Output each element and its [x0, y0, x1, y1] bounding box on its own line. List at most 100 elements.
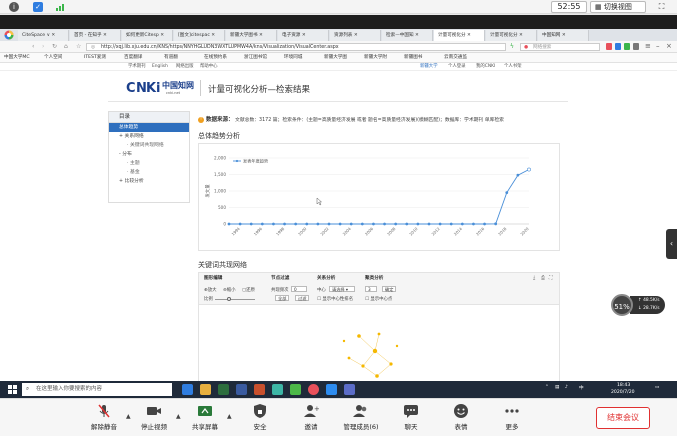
more-button[interactable]: 更多 [490, 403, 534, 433]
filter-all-button[interactable]: 全部 [275, 295, 290, 301]
forward-icon[interactable]: › [42, 43, 44, 50]
tray-date[interactable]: 2020/7/20 [611, 390, 635, 395]
mail-icon[interactable] [236, 384, 247, 395]
browser-tab[interactable]: 检索—中国知 ✕ [382, 30, 433, 41]
store-icon[interactable] [218, 384, 229, 395]
security-button[interactable]: 安全 [238, 403, 282, 433]
zoom-out-button[interactable]: ⊖缩小 [223, 287, 235, 293]
switch-view-button[interactable]: ▦ 切换视图 [590, 1, 646, 13]
ext-gray-icon[interactable] [633, 43, 639, 50]
catalog-item[interactable]: - 分布 [109, 150, 189, 159]
filter-button[interactable]: 过滤 [295, 295, 310, 301]
site-nav-link[interactable]: 帮助中心 [200, 63, 218, 71]
refresh-icon[interactable]: ↻ [52, 43, 57, 50]
bookmark-item[interactable]: 在线预约系 [204, 53, 227, 63]
browser-logo-icon[interactable] [4, 30, 14, 40]
browser-tab[interactable]: 首页 - 在知乎 ✕ [70, 30, 121, 41]
catalog-item[interactable]: + 关系网络 [109, 132, 189, 141]
reaction-button[interactable]: 表情 [439, 403, 483, 433]
catalog-item[interactable]: · 基金 [109, 168, 189, 177]
browser-tab[interactable]: 如何更新Citesp ✕ [122, 30, 173, 41]
zoom-slider-handle[interactable] [227, 297, 231, 301]
site-nav-right-link[interactable]: 新疆大学 [420, 63, 438, 71]
signal-icon[interactable] [56, 3, 66, 11]
audio-caret-icon[interactable]: ▲ [126, 413, 131, 420]
site-nav-right-link[interactable]: 我的CNKI [476, 63, 495, 71]
meeting-app-icon[interactable] [326, 384, 337, 395]
chrome-icon[interactable] [308, 384, 319, 395]
share-caret-icon[interactable]: ▲ [227, 413, 232, 420]
bookmark-item[interactable]: 个人空间 [44, 53, 62, 63]
tray-volume-icon[interactable]: ♪ [565, 385, 568, 390]
center-select[interactable]: 请选择 ▾ [329, 286, 355, 292]
notification-icon[interactable]: ▭ [655, 385, 659, 390]
bookmark-item[interactable]: ITEST爱测 [84, 53, 106, 63]
bookmark-item[interactable]: 中国大学MC [4, 53, 30, 63]
browser-tab[interactable]: 计量可视化分 ✕ [434, 30, 485, 41]
cooccur-input[interactable]: 0 [291, 286, 307, 292]
browser-tab[interactable]: CiteSpace ∨ ✕ [18, 30, 69, 41]
file-explorer-icon[interactable] [200, 384, 211, 395]
tray-network-icon[interactable]: ▤ [555, 385, 559, 390]
share-screen-button[interactable]: 共享屏幕 [183, 403, 227, 433]
tray-up-icon[interactable]: ⌃ [545, 385, 549, 390]
video-caret-icon[interactable]: ▲ [176, 413, 181, 420]
shield-icon[interactable]: ✓ [33, 2, 43, 12]
wechat-icon[interactable] [290, 384, 301, 395]
site-nav-right-link[interactable]: 个人书架 [504, 63, 522, 71]
zoom-slider[interactable] [215, 299, 255, 300]
app-blue-icon[interactable] [344, 384, 355, 395]
close-icon[interactable]: × [666, 42, 672, 50]
unmute-button[interactable]: 解除静音 [82, 403, 126, 433]
bookmark-item[interactable]: 云南交通监 [444, 53, 467, 63]
center-point-checkbox[interactable]: ☐ 显示中心点 [365, 296, 392, 302]
manage-members-button[interactable]: 管理成员(6) [338, 403, 384, 433]
browser-tab[interactable]: 中国知网 ✕ [538, 30, 589, 41]
stop-video-button[interactable]: 停止视频 [132, 403, 176, 433]
taskbar-search-input[interactable]: ⌕ 在这里输入你要搜索的内容 [22, 383, 172, 396]
bookmark-item[interactable]: 新疆图书 [404, 53, 422, 63]
app-teal-icon[interactable] [272, 384, 283, 395]
windows-start-icon[interactable] [8, 385, 17, 394]
catalog-item[interactable]: 总体趋势 [109, 123, 189, 132]
home-icon[interactable]: ⌂ [64, 43, 68, 50]
app-orange-icon[interactable] [254, 384, 265, 395]
info-icon[interactable]: i [9, 2, 19, 12]
browser-tab[interactable]: 电子资源 ✕ [278, 30, 329, 41]
ext-blue-icon[interactable] [615, 43, 621, 50]
end-meeting-button[interactable]: 结束会议 [596, 407, 650, 429]
browser-tab[interactable]: 资源列表 ✕ [330, 30, 381, 41]
catalog-item[interactable]: · 关键词共现网络 [109, 141, 189, 150]
tray-lang[interactable]: 中 [579, 385, 584, 391]
bookmark-item[interactable]: 浙江图书馆 [244, 53, 267, 63]
network-speed-widget[interactable]: ↑ 48.5K/s ↓ 28.7K/s 51% [611, 294, 667, 316]
web-search-input[interactable]: ● 网络搜索 [520, 43, 600, 51]
menu-icon[interactable]: ≡ [645, 42, 651, 50]
fullscreen-icon[interactable]: ⛶ [656, 2, 667, 12]
maximize-icon[interactable]: ⛶ [549, 275, 553, 281]
cnki-logo[interactable]: C N K i 中国知网 cnki.net [126, 79, 196, 97]
back-icon[interactable]: ‹ [32, 43, 34, 50]
catalog-item[interactable]: + 比较分析 [109, 177, 189, 186]
site-nav-link[interactable]: English [152, 63, 168, 71]
cluster-confirm-button[interactable]: 确定 [382, 286, 397, 292]
tray-time[interactable]: 18:43 [617, 383, 630, 388]
ext-green-icon[interactable] [624, 43, 630, 50]
bookmark-item[interactable]: 有道翻 [164, 53, 178, 63]
lightning-icon[interactable]: ϟ [510, 43, 514, 50]
cluster-count-input[interactable]: 3 [365, 286, 377, 292]
bookmark-item[interactable]: 新疆大学图 [324, 53, 347, 63]
bookmark-item[interactable]: 百度翻译 [124, 53, 142, 63]
browser-tab[interactable]: 新疆大学图书 ✕ [226, 30, 277, 41]
site-nav-link[interactable]: 网络出版 [176, 63, 194, 71]
browser-tab[interactable]: 计量可视化分 ✕ [486, 30, 537, 41]
bookmark-item[interactable]: 环境同城 [284, 53, 302, 63]
site-nav-link[interactable]: 学术期刊 [128, 63, 146, 71]
side-collapse-handle[interactable]: ‹ [666, 229, 677, 259]
minimize-icon[interactable]: – [656, 42, 660, 50]
catalog-item[interactable]: · 主题 [109, 159, 189, 168]
url-input[interactable]: ◎ http://xqj.lib.xju.edu.cn/KNS/https/NN… [86, 43, 506, 51]
edge-icon[interactable] [182, 384, 193, 395]
zoom-in-button[interactable]: ⊕放大 [204, 287, 216, 293]
center-rank-checkbox[interactable]: ☐ 显示中心性排名 [317, 296, 353, 302]
